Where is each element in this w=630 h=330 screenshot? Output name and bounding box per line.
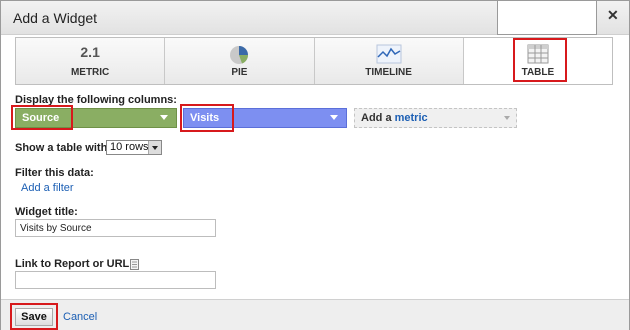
tab-timeline[interactable]: TIMELINE [314, 38, 464, 84]
chevron-down-icon [330, 115, 338, 120]
rows-label: Show a table with [15, 142, 108, 154]
cancel-link[interactable]: Cancel [63, 311, 97, 323]
chevron-down-icon [148, 141, 161, 154]
add-metric-prefix: Add a [361, 112, 392, 124]
document-icon [130, 259, 139, 270]
tab-timeline-label: TIMELINE [365, 67, 412, 78]
add-metric-dropdown[interactable]: Add a metric [354, 108, 517, 128]
filter-heading: Filter this data: [15, 167, 94, 179]
visits-highlight [180, 104, 234, 132]
dialog-title: Add a Widget [13, 10, 98, 26]
titlebar-blank-area [497, 0, 597, 35]
link-report-label: Link to Report or URL: [15, 258, 133, 270]
link-report-input[interactable] [15, 271, 216, 289]
add-metric-word: metric [394, 112, 428, 124]
rows-select-value: 10 rows [110, 141, 149, 153]
widget-title-label: Widget title: [15, 206, 78, 218]
tab-pie-label: PIE [231, 67, 248, 78]
pie-chart-icon [230, 46, 249, 64]
tab-metric-label: METRIC [70, 67, 110, 78]
dialog-titlebar: Add a Widget ✕ [1, 0, 629, 35]
widget-title-input[interactable] [15, 219, 216, 237]
chevron-down-icon [160, 115, 168, 120]
add-widget-dialog: Add a Widget ✕ 2.1 METRIC PIE TIMELINE T… [0, 0, 630, 330]
tab-pie[interactable]: PIE [165, 38, 315, 84]
close-icon[interactable]: ✕ [607, 7, 619, 24]
table-tab-highlight [513, 38, 567, 82]
tab-metric[interactable]: 2.1 METRIC [16, 38, 166, 84]
source-highlight [11, 105, 73, 130]
metric-icon: 2.1 [80, 44, 100, 60]
save-highlight [10, 303, 58, 330]
add-filter-link[interactable]: Add a filter [21, 182, 74, 194]
timeline-chart-icon [376, 44, 402, 64]
rows-select[interactable]: 10 rows [106, 140, 162, 155]
chevron-down-icon [504, 116, 510, 120]
